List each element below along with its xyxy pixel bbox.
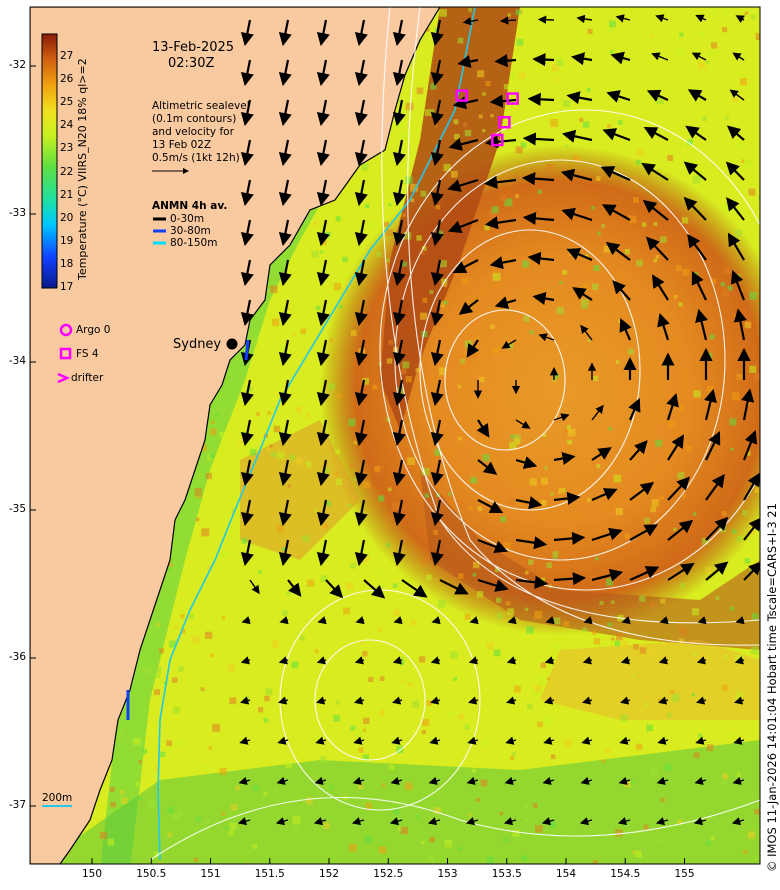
- lon-tick-label: 154: [555, 868, 577, 880]
- lon-tick-label: 151: [200, 868, 221, 880]
- colorbar-tick-label: 17: [60, 281, 74, 293]
- mooring-vector: [244, 339, 250, 361]
- lat-tick-label: -34: [8, 355, 26, 367]
- colorbar-tick-label: 20: [60, 211, 74, 224]
- legend-drifter: drifter: [71, 372, 104, 384]
- colorbar-tick-label: 18: [60, 257, 74, 270]
- scale-label: 200m: [42, 792, 73, 804]
- lon-tick-label: 151.5: [254, 868, 285, 880]
- lon-tick-label: 153: [437, 868, 458, 880]
- colorbar-tick-label: 26: [60, 73, 74, 86]
- colorbar-tick-label: 22: [60, 165, 74, 178]
- colorbar: [41, 33, 58, 289]
- lat-tick-label: -32: [8, 59, 26, 71]
- colorbar-tick-label: 27: [60, 50, 74, 63]
- altimetry-line-0: Altimetric sealevel: [152, 100, 250, 112]
- colorbar-tick-label: 25: [60, 96, 74, 109]
- altimetry-line-1: (0.1m contours): [152, 113, 237, 125]
- altimetry-line-2: and velocity for: [152, 126, 234, 138]
- lat-tick-label: -36: [8, 651, 26, 663]
- map-plot-area: [30, 7, 760, 864]
- legend-fs: FS 4: [76, 348, 99, 360]
- sst-map: [29, 6, 761, 865]
- lon-tick-label: 150.5: [136, 868, 167, 880]
- credit-text: © IMOS 11-Jan-2026 14:01:04 Hobart time …: [765, 503, 779, 872]
- title-date: 13-Feb-2025: [152, 40, 235, 55]
- lon-tick-label: 153.5: [491, 868, 522, 880]
- lon-tick-label: 152: [318, 868, 340, 880]
- lat-tick-label: -35: [8, 503, 26, 515]
- sydney-marker: [226, 338, 238, 350]
- lon-tick-label: 152.5: [373, 868, 404, 880]
- title-time: 02:30Z: [168, 56, 215, 71]
- legend-argo: Argo 0: [76, 324, 111, 336]
- place-sydney: Sydney: [173, 337, 222, 352]
- altimetry-line-3: 13 Feb 02Z: [152, 139, 212, 151]
- lon-tick-label: 150: [81, 868, 103, 880]
- lon-tick-label: 154.5: [610, 868, 641, 880]
- colorbar-tick-label: 23: [60, 142, 74, 155]
- anmn-item-2: 80-150m: [170, 237, 218, 249]
- anmn-heading: ANMN 4h av.: [152, 200, 228, 212]
- lon-tick-label: 155: [674, 868, 695, 880]
- colorbar-label: Temperature (°C) VIIRS_N20 18% ql>=2: [76, 58, 89, 280]
- colorbar-tick-label: 19: [60, 234, 74, 247]
- colorbar-tick-label: 24: [60, 119, 74, 132]
- lat-tick-label: -33: [8, 207, 26, 219]
- altimetry-line-4: 0.5m/s (1kt 12h): [152, 152, 240, 164]
- lat-tick-label: -37: [8, 799, 26, 811]
- colorbar-tick-label: 21: [60, 188, 74, 201]
